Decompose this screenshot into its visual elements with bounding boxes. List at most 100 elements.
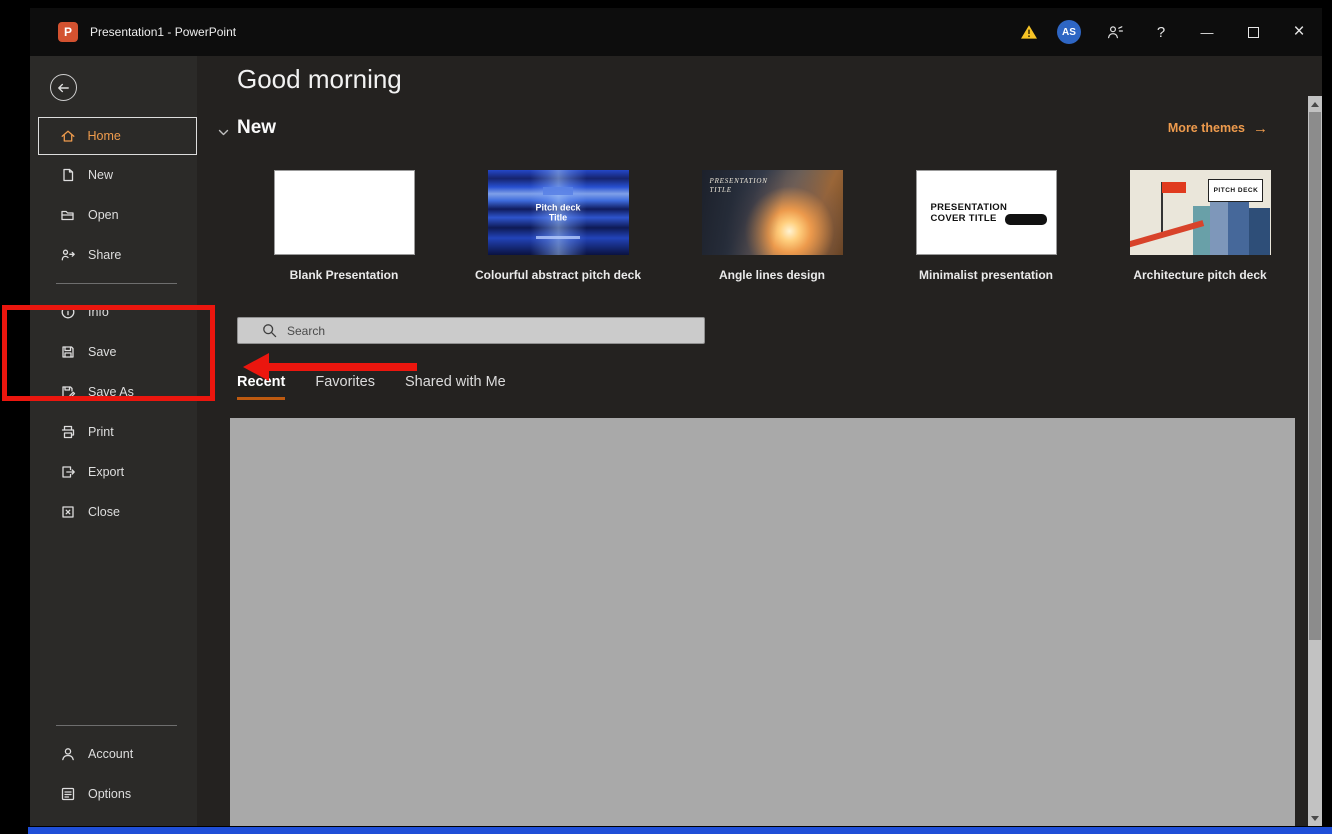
titlebar-right: AS ? — ×	[1012, 8, 1322, 56]
sidebar-item-label: Export	[88, 465, 124, 479]
thumb-title-box: PITCH DECK	[1208, 179, 1263, 202]
new-section-title: New	[237, 117, 276, 139]
desktop-background: P Presentation1 - PowerPoint AS	[0, 0, 1332, 834]
presenter-icon[interactable]	[1092, 8, 1138, 56]
thumb-shape	[1193, 206, 1210, 255]
more-themes-link[interactable]: More themes →	[1168, 120, 1268, 137]
template-card-angle[interactable]: PRESENTATION TITLE Angle lines design	[665, 170, 879, 283]
powerpoint-app-icon: P	[58, 22, 78, 42]
window-title: Presentation1 - PowerPoint	[90, 25, 236, 39]
sidebar-item-label: New	[88, 168, 113, 182]
new-file-icon	[60, 167, 76, 183]
print-icon	[60, 424, 76, 440]
share-icon	[60, 247, 76, 263]
template-label: Blank Presentation	[290, 268, 399, 283]
warning-icon[interactable]	[1012, 8, 1046, 56]
home-icon	[60, 128, 76, 144]
scrollbar[interactable]	[1308, 96, 1322, 826]
taskbar-edge	[28, 827, 1332, 834]
thumb-shape	[1228, 197, 1249, 255]
scroll-down-arrow[interactable]	[1308, 810, 1322, 826]
active-tab-underline	[237, 397, 285, 400]
help-button[interactable]: ?	[1138, 8, 1184, 56]
annotation-rectangle	[2, 305, 215, 401]
back-button[interactable]	[50, 74, 77, 101]
sidebar-item-options[interactable]: Options	[30, 774, 197, 814]
options-icon	[60, 786, 76, 802]
sidebar-item-label: Open	[88, 208, 119, 222]
thumb-subtitle-placeholder	[536, 236, 580, 239]
sidebar-item-label: Account	[88, 747, 133, 761]
maximize-icon	[1248, 27, 1259, 38]
search-bar[interactable]	[237, 317, 705, 344]
tab-label: Shared with Me	[405, 374, 506, 390]
sidebar-item-new[interactable]: New	[30, 155, 197, 195]
sidebar-item-label: Share	[88, 248, 121, 262]
sidebar-spacer	[30, 532, 197, 717]
backstage-sidebar: Home New Open	[30, 56, 197, 826]
warning-triangle-icon	[1020, 24, 1038, 40]
account-avatar[interactable]: AS	[1057, 20, 1081, 44]
sidebar-divider	[56, 725, 177, 726]
thumb-title: Pitch deck Title	[526, 202, 590, 222]
scroll-up-arrow[interactable]	[1308, 96, 1322, 112]
arrow-right-icon: →	[1253, 120, 1268, 137]
greeting-title: Good morning	[237, 64, 1322, 94]
sidebar-item-label: Home	[88, 129, 121, 143]
sidebar-item-print[interactable]: Print	[30, 412, 197, 452]
sidebar-item-label: Print	[88, 425, 114, 439]
annotation-arrow-head	[243, 353, 269, 381]
template-card-blank[interactable]: Blank Presentation	[237, 170, 451, 283]
template-card-architecture[interactable]: PITCH DECK Architecture pitch deck	[1093, 170, 1307, 283]
new-section-header: New More themes →	[237, 116, 1322, 140]
template-thumbnail: PITCH DECK	[1130, 170, 1271, 255]
template-label: Architecture pitch deck	[1133, 268, 1266, 283]
maximize-button[interactable]	[1230, 8, 1276, 56]
sidebar-item-label: Options	[88, 787, 131, 801]
back-arrow-icon	[56, 81, 71, 95]
sidebar-item-account[interactable]: Account	[30, 734, 197, 774]
file-list-tabs: Recent Favorites Shared with Me	[237, 374, 1322, 400]
thumb-title: PITCH DECK	[1214, 187, 1259, 194]
thumb-accent-bar	[1005, 214, 1047, 225]
close-button[interactable]: ×	[1276, 8, 1322, 56]
template-label: Colourful abstract pitch deck	[475, 268, 641, 283]
more-themes-label: More themes	[1168, 121, 1245, 135]
template-gallery: Blank Presentation Pitch deck Title Colo…	[237, 170, 1322, 283]
export-icon	[60, 464, 76, 480]
backstage-main: Good morning New More themes →	[197, 56, 1322, 826]
thumb-title: PRESENTATION TITLE	[710, 177, 768, 195]
backstage-body: Home New Open	[30, 56, 1322, 826]
template-thumbnail: Pitch deck Title	[488, 170, 629, 255]
powerpoint-window: P Presentation1 - PowerPoint AS	[30, 8, 1322, 826]
recent-files-panel	[230, 418, 1295, 826]
open-folder-icon	[60, 207, 76, 223]
scrollbar-thumb[interactable]	[1309, 112, 1321, 640]
thumb-shape	[1249, 208, 1270, 255]
sidebar-item-home[interactable]: Home	[38, 117, 197, 155]
thumb-logo-placeholder	[543, 187, 573, 195]
tab-shared-with-me[interactable]: Shared with Me	[405, 374, 506, 400]
collapse-section-chevron-icon[interactable]	[218, 124, 229, 142]
template-card-minimalist[interactable]: PRESENTATION COVER TITLE Minimalist pres…	[879, 170, 1093, 283]
template-label: Minimalist presentation	[919, 268, 1053, 283]
minimize-button[interactable]: —	[1184, 8, 1230, 56]
tab-favorites[interactable]: Favorites	[315, 374, 375, 400]
close-file-icon	[60, 504, 76, 520]
sidebar-item-export[interactable]: Export	[30, 452, 197, 492]
sidebar-item-share[interactable]: Share	[30, 235, 197, 275]
sidebar-item-label: Close	[88, 505, 120, 519]
template-card-colourful[interactable]: Pitch deck Title Colourful abstract pitc…	[451, 170, 665, 283]
sidebar-item-open[interactable]: Open	[30, 195, 197, 235]
template-thumbnail: PRESENTATION COVER TITLE	[916, 170, 1057, 255]
titlebar: P Presentation1 - PowerPoint AS	[30, 8, 1322, 56]
annotation-arrow	[267, 363, 417, 371]
account-icon	[60, 746, 76, 762]
search-icon	[262, 323, 277, 338]
titlebar-left: P Presentation1 - PowerPoint	[58, 22, 236, 42]
thumb-shape	[1162, 182, 1186, 193]
template-thumbnail: PRESENTATION TITLE	[702, 170, 843, 255]
template-thumbnail	[274, 170, 415, 255]
sidebar-item-close[interactable]: Close	[30, 492, 197, 532]
search-input[interactable]	[287, 324, 704, 338]
